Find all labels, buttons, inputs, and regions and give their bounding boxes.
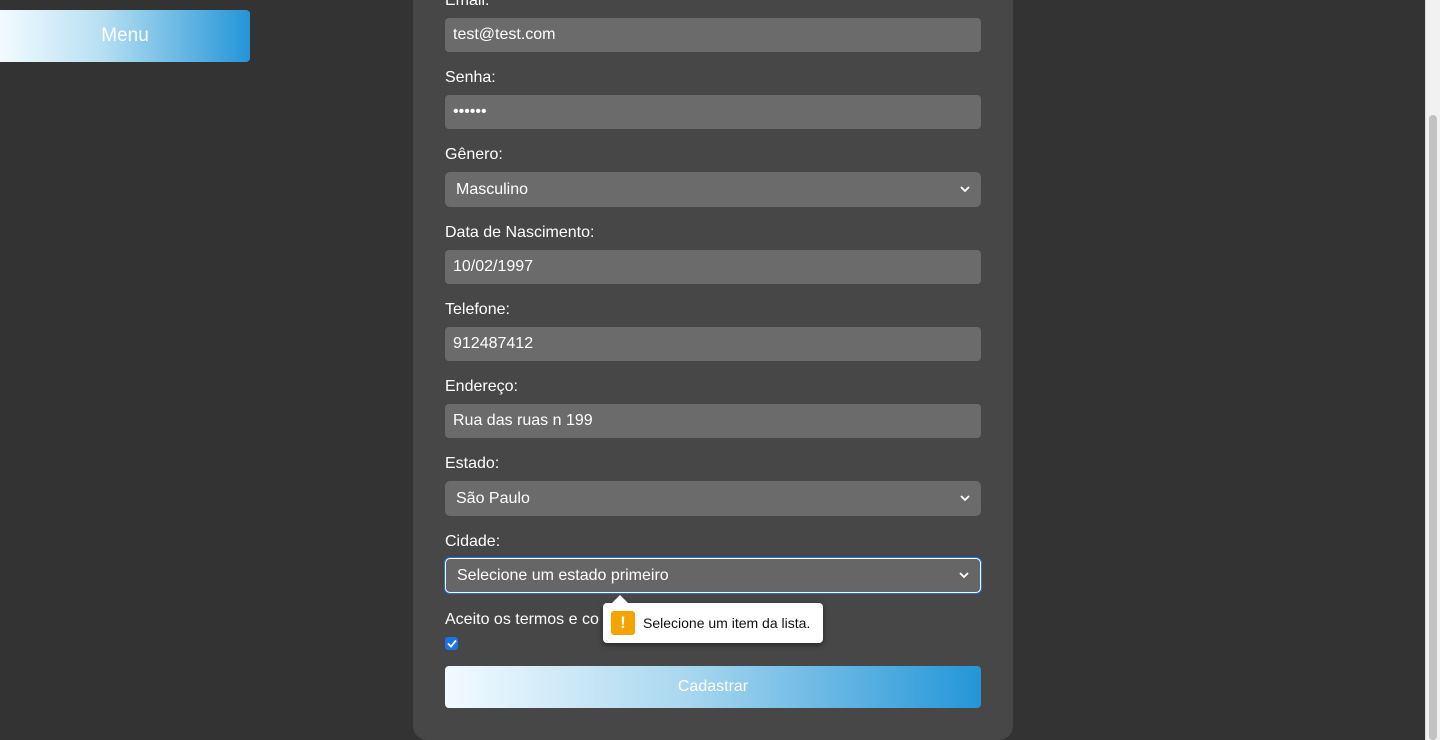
gender-select[interactable]: Masculino	[445, 172, 981, 207]
terms-checkbox[interactable]	[445, 637, 458, 650]
validation-tooltip: ! Selecione um item da lista.	[603, 595, 823, 643]
birthdate-label: Data de Nascimento:	[445, 224, 595, 241]
email-label: Email:	[445, 0, 490, 9]
state-select[interactable]: São Paulo	[445, 481, 981, 516]
submit-button[interactable]: Cadastrar	[445, 666, 981, 708]
chevron-down-icon	[960, 185, 970, 195]
city-label: Cidade:	[445, 533, 501, 550]
city-select[interactable]: Selecione um estado primeiro	[445, 558, 981, 593]
state-label: Estado:	[445, 455, 500, 472]
validation-message: Selecione um item da lista.	[643, 615, 811, 631]
gender-label: Gênero:	[445, 146, 503, 163]
menu-button[interactable]: Menu	[0, 10, 250, 62]
address-label: Endereço:	[445, 378, 518, 395]
scrollbar-thumb[interactable]	[1429, 115, 1437, 740]
birthdate-field[interactable]: 10/02/1997	[445, 250, 981, 284]
email-field[interactable]: test@test.com	[445, 18, 981, 52]
terms-label: Aceito os termos e co	[445, 611, 599, 628]
password-label: Senha:	[445, 69, 496, 86]
phone-field[interactable]: 912487412	[445, 327, 981, 361]
gender-selected-value: Masculino	[456, 180, 529, 198]
password-field[interactable]: ••••••	[445, 95, 981, 129]
address-field[interactable]: Rua das ruas n 199	[445, 404, 981, 438]
checkmark-icon	[446, 639, 457, 648]
phone-label: Telefone:	[445, 301, 510, 318]
chevron-down-icon	[960, 494, 970, 504]
warning-icon: !	[611, 611, 635, 635]
city-selected-value: Selecione um estado primeiro	[457, 566, 669, 584]
state-selected-value: São Paulo	[456, 489, 530, 507]
chevron-down-icon	[959, 571, 969, 581]
